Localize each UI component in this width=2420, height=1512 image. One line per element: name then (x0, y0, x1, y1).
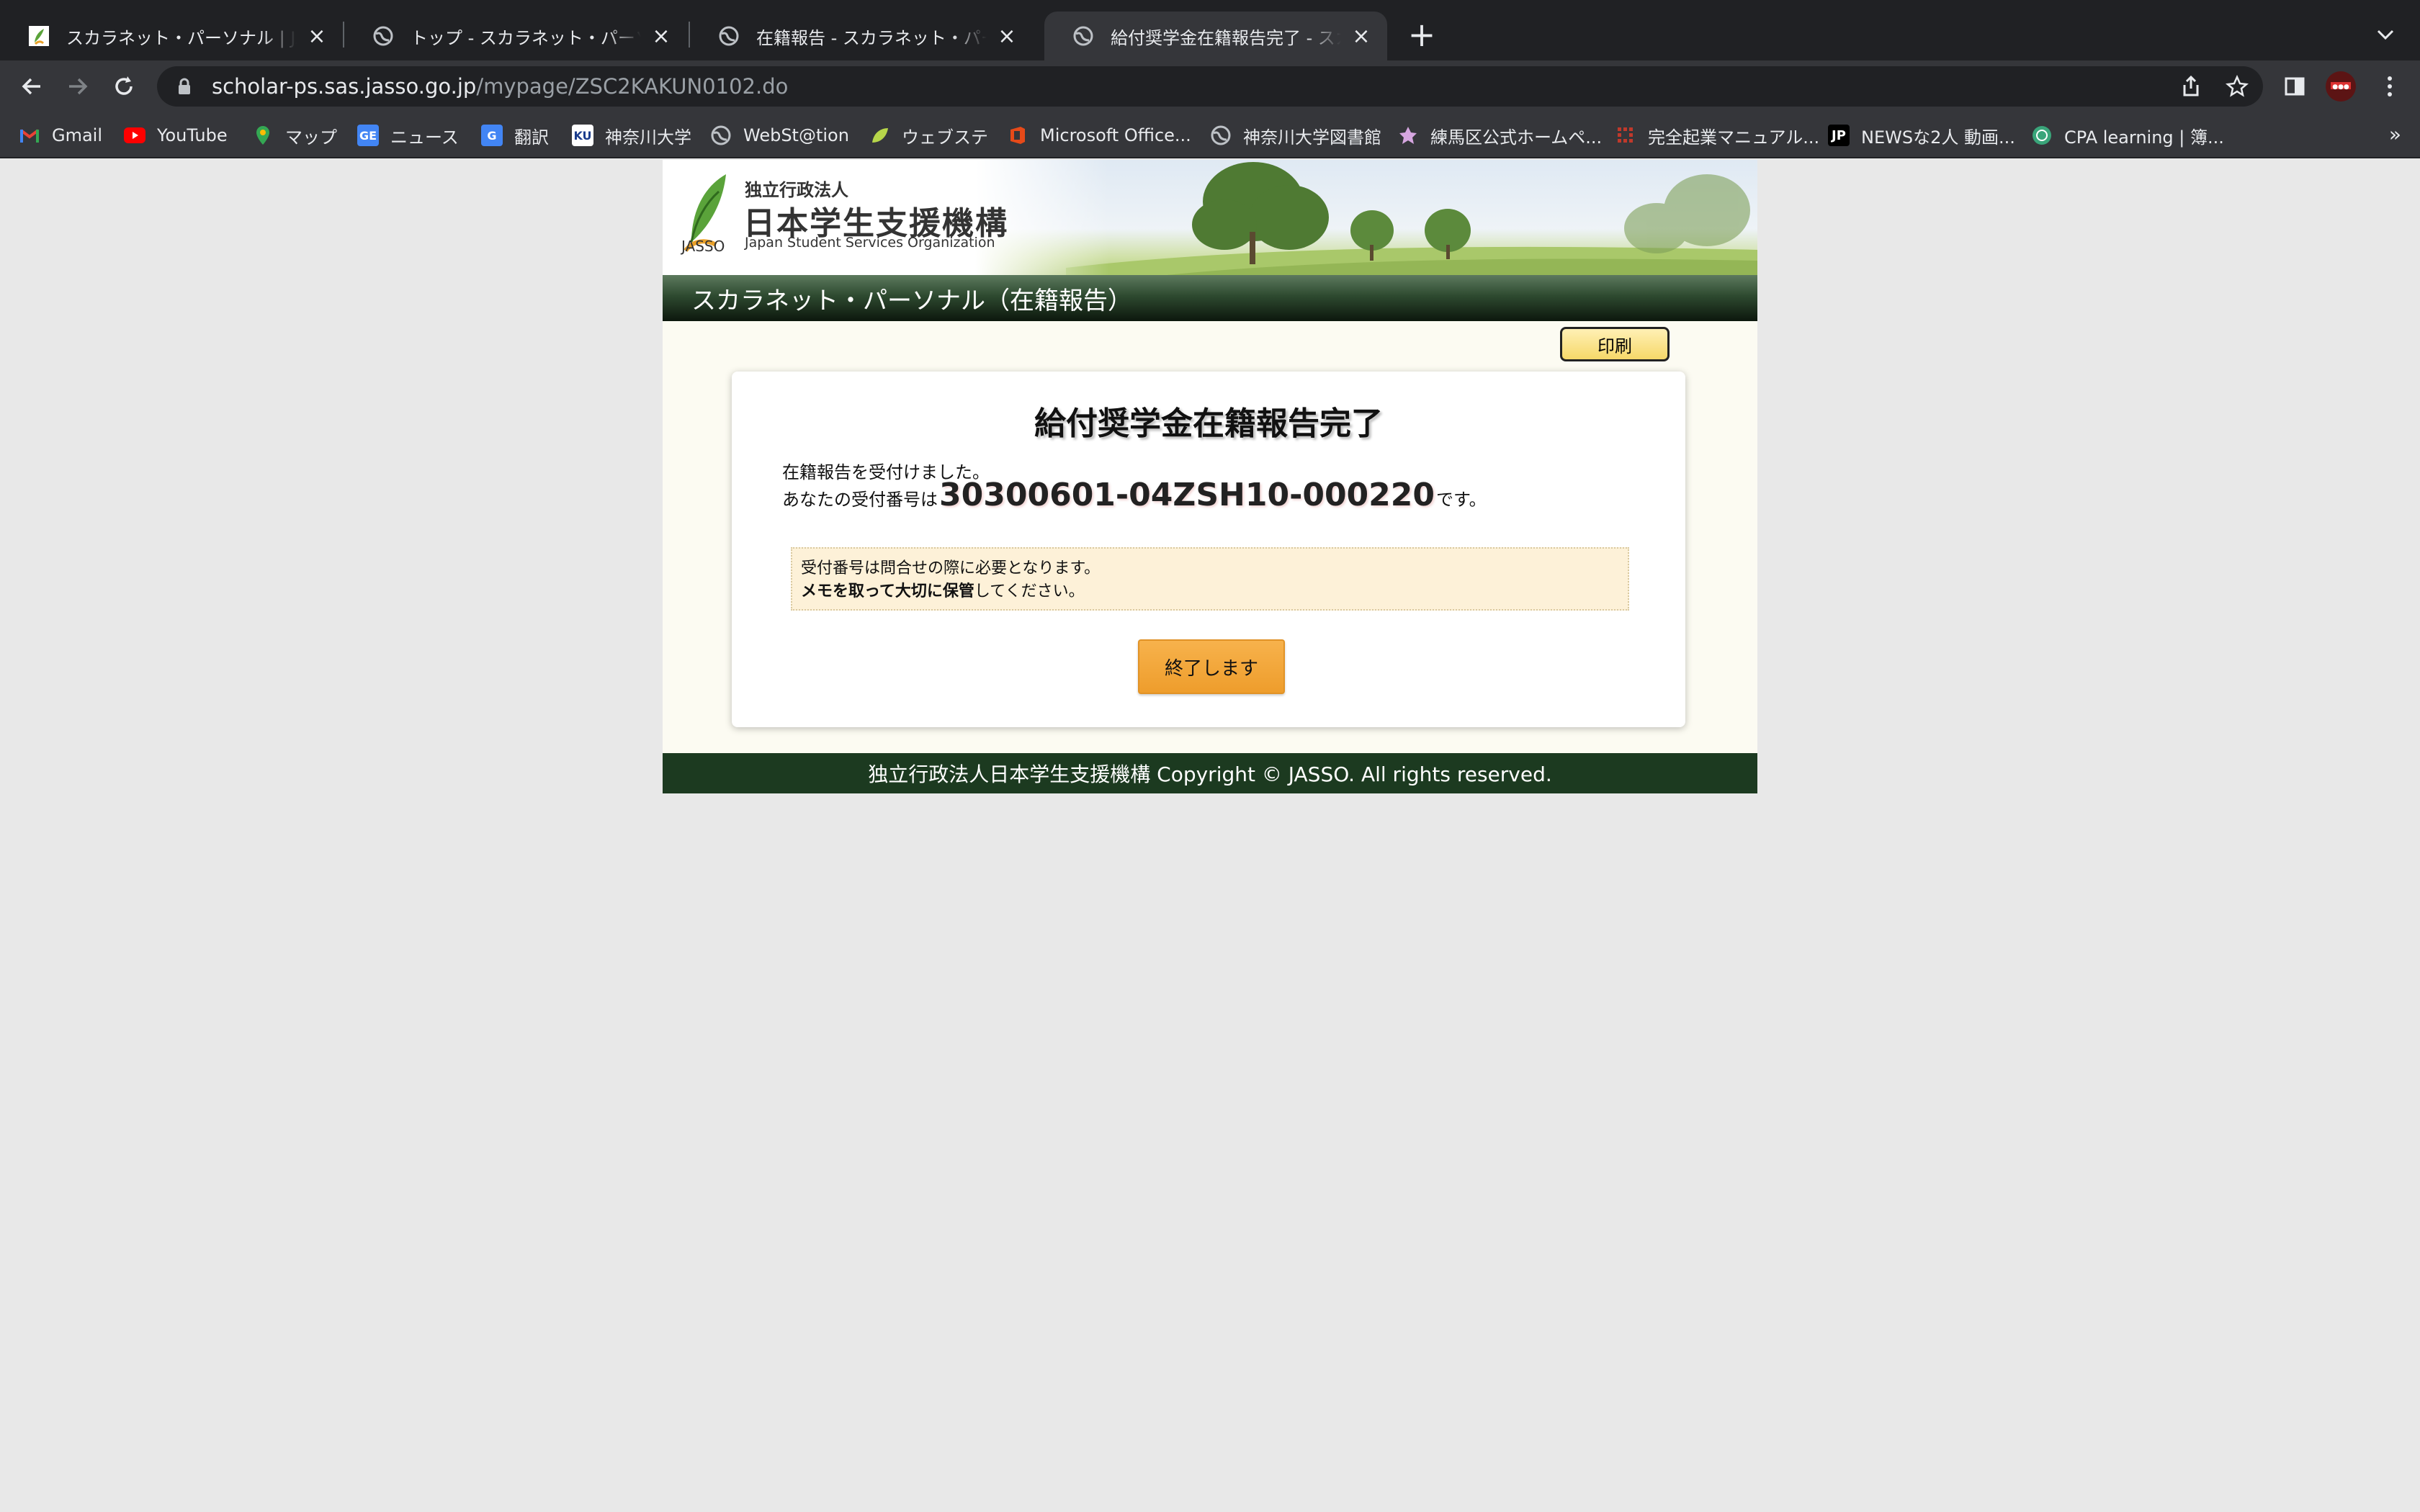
bookmark-label: YouTube (157, 125, 228, 145)
globe-icon (1210, 125, 1232, 146)
reload-icon[interactable] (108, 71, 140, 102)
bookmark-label: Gmail (52, 125, 103, 145)
footer-copyright: 独立行政法人日本学生支援機構 Copyright © JASSO. All ri… (663, 753, 1757, 793)
bookmark-news2[interactable]: JP NEWSな2人 動画... (1828, 121, 2015, 150)
notice-box: 受付番号は問合せの際に必要となります。 メモを取って大切に保管してください。 (791, 547, 1629, 611)
chevron-down-icon[interactable] (2370, 19, 2401, 50)
close-icon[interactable]: × (651, 24, 671, 49)
browser-toolbar: scholar-ps.sas.jasso.go.jp/mypage/ZSC2KA… (0, 60, 2420, 112)
globe-icon (1072, 24, 1095, 48)
bookmark-cpa[interactable]: CPA learning | 簿... (2031, 121, 2224, 150)
receipt-number-prefix: あなたの受付番号は (782, 490, 938, 510)
star-icon[interactable] (2221, 71, 2253, 102)
tab-title: スカラネット・パーソナル | JASSO (66, 27, 297, 48)
forward-arrow-icon[interactable] (62, 71, 94, 102)
close-icon[interactable]: × (997, 24, 1017, 49)
notice-emphasis: メモを取って大切に保管 (801, 582, 974, 600)
share-icon[interactable] (2175, 71, 2207, 102)
maps-icon (252, 125, 274, 146)
bookmark-translate[interactable]: G 翻訳 (481, 121, 549, 150)
youtube-icon (124, 125, 145, 146)
translate-icon: G (481, 125, 503, 146)
kebab-menu-icon[interactable] (2374, 71, 2406, 102)
bookmark-label: 完全起業マニュアル... (1648, 127, 1820, 148)
org-english-name: Japan Student Services Organization (745, 235, 995, 251)
print-button[interactable]: 印刷 (1560, 327, 1670, 361)
news-icon: GE (357, 125, 379, 146)
side-panel-icon[interactable] (2279, 71, 2311, 102)
bookmark-label: Microsoft Office... (1040, 125, 1191, 145)
bookmark-label: マップ (285, 127, 337, 148)
lock-icon[interactable] (174, 76, 194, 96)
url-host: scholar-ps.sas.jasso.go.jp (212, 74, 477, 99)
globe-icon (710, 125, 732, 146)
bookmark-label: NEWSな2人 動画... (1861, 127, 2015, 148)
finish-button[interactable]: 終了します (1138, 639, 1285, 694)
close-icon[interactable]: × (307, 24, 327, 49)
browser-tab-strip: スカラネット・パーソナル | JASSO × トップ - スカラネット・パーソナ… (0, 0, 2420, 60)
bookmark-label: 神奈川大学図書館 (1243, 127, 1381, 148)
bookmark-label: ウェブステ (902, 127, 988, 148)
page-container: JASSO 独立行政法人 日本学生支援機構 Japan Student Serv… (663, 160, 1757, 793)
notice-line-1: 受付番号は問合せの際に必要となります。 (801, 559, 1101, 577)
new-tab-plus-icon[interactable]: + (1404, 15, 1439, 54)
tab-title: トップ - スカラネット・パーソナル (411, 27, 641, 48)
address-bar[interactable]: scholar-ps.sas.jasso.go.jp/mypage/ZSC2KA… (157, 66, 2263, 107)
notice-line-2-rest: してください。 (974, 582, 1085, 600)
completion-card: 給付奨学金在籍報告完了 在籍報告を受付けました。 あなたの受付番号は 30300… (732, 372, 1685, 727)
bookmark-label: 練馬区公式ホームペ... (1430, 127, 1603, 148)
site-title: スカラネット・パーソナル（在籍報告） (691, 286, 1132, 315)
bookmark-library[interactable]: 神奈川大学図書館 (1210, 121, 1381, 150)
office-icon (1007, 125, 1028, 146)
browser-tab-active[interactable]: 給付奨学金在籍報告完了 - スカラネット × (1044, 12, 1387, 60)
bookmark-youtube[interactable]: YouTube (124, 121, 228, 150)
receipt-number-suffix: です。 (1436, 490, 1487, 510)
bookmark-label: CPA learning | 簿... (2064, 127, 2224, 148)
ku-icon: KU (572, 125, 593, 146)
tab-title: 給付奨学金在籍報告完了 - スカラネット (1111, 27, 1341, 48)
globe-icon (717, 24, 740, 48)
bookmark-websute[interactable]: ウェブステ (869, 121, 988, 150)
bookmark-gmail[interactable]: Gmail (19, 121, 102, 150)
jp-icon: JP (1828, 125, 1850, 146)
browser-tab[interactable]: スカラネット・パーソナル | JASSO × (0, 12, 343, 60)
tab-title: 在籍報告 - スカラネット・パーソナル (756, 27, 987, 48)
jasso-favicon (27, 24, 50, 48)
svg-text:●●●: ●●● (2332, 84, 2349, 91)
browser-tab[interactable]: トップ - スカラネット・パーソナル × (344, 12, 687, 60)
header-banner: JASSO 独立行政法人 日本学生支援機構 Japan Student Serv… (663, 160, 1757, 275)
close-icon[interactable]: × (1351, 24, 1371, 49)
receipt-number: 30300601-04ZSH10-000220 (939, 477, 1435, 513)
browser-tab[interactable]: 在籍報告 - スカラネット・パーソナル × (690, 12, 1033, 60)
notice-line-2: メモを取って大切に保管してください。 (801, 580, 1619, 603)
bookmark-maps[interactable]: マップ (252, 121, 337, 150)
url-path: /mypage/ZSC2KAKUN0102.do (476, 74, 789, 99)
bookmark-label: 神奈川大学 (605, 127, 691, 148)
globe-icon (372, 24, 395, 48)
leaf-icon (869, 125, 890, 146)
bookmark-label: WebSt@tion (743, 125, 849, 145)
bookmark-office[interactable]: Microsoft Office... (1007, 121, 1191, 150)
bookmark-startup-manual[interactable]: 完全起業マニュアル... (1615, 121, 1819, 150)
bookmark-label: 翻訳 (514, 127, 549, 148)
bookmark-label: ニュース (390, 127, 459, 148)
back-arrow-icon[interactable] (16, 71, 48, 102)
cpa-icon (2031, 125, 2053, 146)
bookmark-nerima[interactable]: 練馬区公式ホームペ... (1397, 121, 1602, 150)
nerima-icon (1397, 125, 1419, 146)
bookmark-news[interactable]: GE ニュース (357, 121, 459, 150)
bookmark-webstation[interactable]: WebSt@tion (710, 121, 849, 150)
bookmark-kanagawa-univ[interactable]: KU 神奈川大学 (572, 121, 691, 150)
grid-icon (1615, 125, 1636, 146)
receipt-number-line: あなたの受付番号は 30300601-04ZSH10-000220 です。 (782, 477, 1487, 513)
avatar[interactable]: ●●● (2325, 71, 2357, 102)
logo-jasso-text: JASSO (681, 238, 725, 255)
site-title-bar: スカラネット・パーソナル（在籍報告） (663, 275, 1757, 321)
bookmarks-overflow-icon[interactable]: » (2389, 122, 2401, 146)
page-title: 給付奨学金在籍報告完了 (1034, 405, 1383, 442)
bookmarks-bar: Gmail YouTube マップ GE ニュース G 翻訳 KU 神奈川大学 Web… (0, 112, 2420, 158)
gmail-icon (19, 125, 40, 146)
